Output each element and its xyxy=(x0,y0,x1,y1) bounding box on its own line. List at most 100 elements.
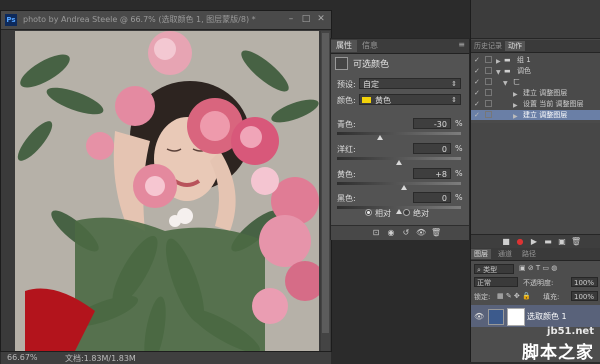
blend-mode-dropdown[interactable]: 正常 xyxy=(474,277,518,287)
tab-paths[interactable]: 路径 xyxy=(519,249,539,259)
action-set-label: 组 1 xyxy=(517,56,531,64)
adjustment-title: 可选颜色 xyxy=(353,60,390,70)
close-icon[interactable]: ✕ xyxy=(315,14,327,25)
document-window[interactable]: Ps photo by Andrea Steele @ 66.7% (选取颜色 … xyxy=(0,10,332,364)
minimize-icon[interactable]: – xyxy=(285,14,297,25)
toggle-dialog-box[interactable] xyxy=(485,56,492,63)
opacity-label: 不透明度: xyxy=(523,279,554,287)
photo-artwork xyxy=(15,31,319,351)
list-item[interactable]: ✓ ▼ ㄈ xyxy=(471,77,600,87)
stop-icon[interactable]: ■ xyxy=(501,237,511,246)
radio-absolute[interactable] xyxy=(403,209,410,216)
layers-tabbar: 图层 通道 路径 xyxy=(471,248,600,261)
properties-panel: 属性 信息 ≡ 可选颜色 预设: 自定 ⇕ 颜色: 黄色 ⇕ 青色: -30 %… xyxy=(330,38,470,240)
tab-actions[interactable]: 动作 xyxy=(505,41,525,51)
tab-history[interactable]: 历史记录 xyxy=(471,41,505,51)
collapsed-panels-strip xyxy=(471,0,600,39)
list-item[interactable]: ✓ ▶ 建立 调整图层 xyxy=(471,88,600,98)
slider-value-field[interactable]: 0 xyxy=(413,192,451,203)
panel-menu-icon[interactable]: ≡ xyxy=(458,40,465,49)
slider-track[interactable] xyxy=(337,182,461,185)
action-step-label: 建立 调整图层 xyxy=(523,111,568,119)
layer-row-selected[interactable]: 👁 选取颜色 1 xyxy=(471,305,600,327)
actions-list: ✓ ▶ ▬ 组 1 ✓ ▼ ▬ 调色 ✓ ▼ ㄈ ✓ ▶ 建立 调整图层 ✓ ▶… xyxy=(471,53,600,123)
list-item-selected[interactable]: ✓ ▶ 建立 调整图层 xyxy=(471,110,600,120)
document-size-info[interactable]: 文档:1.83M/1.83M xyxy=(65,353,136,364)
maximize-icon[interactable]: □ xyxy=(300,14,312,25)
yellow-swatch xyxy=(362,97,371,103)
slider-knob[interactable] xyxy=(396,160,402,165)
tab-info[interactable]: 信息 xyxy=(357,40,383,52)
expand-arrow-icon[interactable]: ▶ xyxy=(513,112,518,122)
document-statusbar: 66.67% 文档:1.83M/1.83M xyxy=(1,351,331,364)
layer-filter-icons[interactable]: ▣ ⊘ T ▭ ◍ xyxy=(519,264,557,272)
lock-options-icons[interactable]: ▦ ✎ ✥ 🔒 xyxy=(497,292,531,300)
blend-mode-value: 正常 xyxy=(477,279,491,287)
toggle-dialog-box[interactable] xyxy=(485,89,492,96)
slider-label: 青色: xyxy=(337,120,356,129)
vertical-scrollbar[interactable] xyxy=(321,31,330,351)
tab-channels[interactable]: 通道 xyxy=(495,249,515,259)
tab-properties[interactable]: 属性 xyxy=(331,40,357,52)
list-item[interactable]: ✓ ▶ ▬ 组 1 xyxy=(471,55,600,65)
layer-mask-thumbnail[interactable] xyxy=(507,308,525,326)
delete-icon[interactable]: 🗑 xyxy=(431,228,441,237)
folder-icon: ▬ xyxy=(504,67,511,75)
opacity-field[interactable]: 100% xyxy=(571,277,598,287)
list-item[interactable]: ✓ ▶ 设置 当前 调整图层 xyxy=(471,99,600,109)
check-icon[interactable]: ✓ xyxy=(474,56,482,64)
play-icon[interactable]: ▶ xyxy=(529,237,539,246)
new-set-icon[interactable]: ▬ xyxy=(543,237,553,246)
slider-knob[interactable] xyxy=(396,209,402,214)
image-canvas[interactable] xyxy=(15,31,319,351)
toggle-dialog-box[interactable] xyxy=(485,67,492,74)
toggle-dialog-box[interactable] xyxy=(485,100,492,107)
check-icon[interactable]: ✓ xyxy=(474,100,482,108)
slider-value-field[interactable]: -30 xyxy=(413,118,451,129)
delete-icon[interactable]: 🗑 xyxy=(571,237,581,246)
action-label: ㄈ xyxy=(513,78,520,86)
percent-unit: % xyxy=(455,169,463,178)
percent-unit: % xyxy=(455,119,463,128)
slider-value-field[interactable]: 0 xyxy=(413,143,451,154)
new-action-icon[interactable]: ▣ xyxy=(557,237,567,246)
clip-to-layer-icon[interactable]: ⊡ xyxy=(371,228,381,237)
list-item[interactable]: ✓ ▼ ▬ 调色 xyxy=(471,66,600,76)
check-icon[interactable]: ✓ xyxy=(474,111,482,119)
chevron-down-icon: ⇕ xyxy=(451,96,457,104)
layer-name[interactable]: 选取颜色 1 xyxy=(527,311,567,322)
toggle-dialog-box[interactable] xyxy=(485,78,492,85)
reset-icon[interactable]: ↺ xyxy=(401,228,411,237)
document-titlebar[interactable]: Ps photo by Andrea Steele @ 66.7% (选取颜色 … xyxy=(1,11,331,30)
watermark-name: 脚本之家 xyxy=(522,343,594,363)
watermark-url: jb51.net xyxy=(547,326,594,337)
slider-label: 洋红: xyxy=(337,145,356,154)
fill-value: 100% xyxy=(574,293,595,301)
preset-dropdown[interactable]: 自定 ⇕ xyxy=(359,78,461,89)
slider-value-field[interactable]: +8 xyxy=(413,168,451,179)
layer-filter-dropdown[interactable]: ⌕ 类型 xyxy=(474,264,514,274)
record-icon[interactable]: ● xyxy=(515,237,525,246)
zoom-level[interactable]: 66.67% xyxy=(7,353,38,362)
fill-field[interactable]: 100% xyxy=(571,291,598,301)
selective-color-icon xyxy=(335,57,348,70)
slider-label: 黄色: xyxy=(337,170,356,179)
slider-knob[interactable] xyxy=(377,135,384,140)
colors-dropdown[interactable]: 黄色 ⇕ xyxy=(359,94,461,105)
check-icon[interactable]: ✓ xyxy=(474,67,482,75)
scrollbar-thumb[interactable] xyxy=(322,33,329,333)
slider-knob[interactable] xyxy=(400,185,407,190)
slider-track[interactable] xyxy=(337,132,461,135)
layer-filter-value: 类型 xyxy=(483,266,498,274)
radio-relative[interactable] xyxy=(365,209,372,216)
check-icon[interactable]: ✓ xyxy=(474,89,482,97)
right-dock: 历史记录 动作 ✓ ▶ ▬ 组 1 ✓ ▼ ▬ 调色 ✓ ▼ ㄈ ✓ ▶ 建立 … xyxy=(470,0,600,362)
toggle-dialog-box[interactable] xyxy=(485,111,492,118)
actions-footer: ■ ● ▶ ▬ ▣ 🗑 xyxy=(471,234,600,248)
check-icon[interactable]: ✓ xyxy=(474,78,482,86)
eye-icon[interactable]: 👁 xyxy=(474,312,484,321)
fill-label: 填充: xyxy=(543,293,560,301)
view-previous-state-icon[interactable]: ◉ xyxy=(386,228,396,237)
tab-layers[interactable]: 图层 xyxy=(471,249,491,259)
visibility-icon[interactable]: 👁 xyxy=(416,228,426,237)
